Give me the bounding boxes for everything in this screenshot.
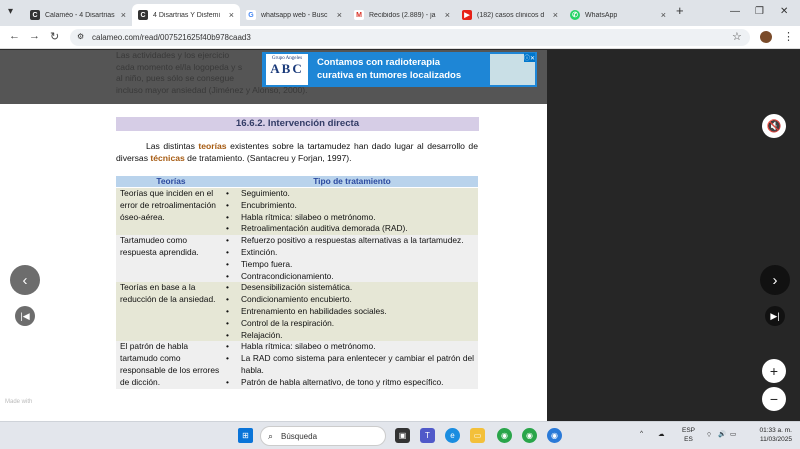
reload-icon[interactable]: ↻ bbox=[50, 30, 59, 43]
tab-gmail[interactable]: M Recibidos (2.889) - ja × bbox=[348, 4, 456, 26]
windows-start-icon[interactable]: ⊞ bbox=[238, 428, 253, 443]
menu-icon[interactable]: ⋮ bbox=[783, 30, 794, 43]
teams-icon[interactable]: T bbox=[420, 428, 435, 443]
chrome-profile-icon[interactable]: ◉ bbox=[522, 428, 537, 443]
table-row: El patrón de habla tartamudo como respon… bbox=[116, 341, 478, 389]
gmail-icon: M bbox=[354, 10, 364, 20]
close-icon[interactable]: × bbox=[121, 10, 126, 20]
forward-arrow-icon[interactable]: → bbox=[29, 30, 40, 42]
treatment-table: Teorías Tipo de tratamiento Teorías que … bbox=[116, 176, 478, 389]
last-page-button[interactable]: ▶| bbox=[765, 306, 785, 326]
table-row: Teorías en base a la reducción de la ans… bbox=[116, 282, 478, 342]
zoom-out-button[interactable]: − bbox=[762, 387, 786, 411]
zoom-in-button[interactable]: + bbox=[762, 359, 786, 383]
tab-list-icon[interactable]: ▾ bbox=[8, 6, 13, 17]
cloud-icon[interactable]: ☁ bbox=[658, 430, 665, 438]
previous-page-button[interactable]: ‹ bbox=[10, 265, 40, 295]
close-window-button[interactable]: ✕ bbox=[780, 6, 788, 17]
whatsapp-icon: ✆ bbox=[570, 10, 580, 20]
search-icon: ⌕ bbox=[268, 431, 274, 441]
tab-google-search[interactable]: G whatsapp web - Busc × bbox=[240, 4, 348, 26]
close-icon[interactable]: × bbox=[229, 10, 234, 20]
calameo-icon: C bbox=[30, 10, 40, 20]
tab-bar: C Calaméo - 4 Disartrias × C 4 Disartrias… bbox=[0, 0, 800, 26]
chevron-up-icon[interactable]: ^ bbox=[640, 430, 643, 437]
task-view-icon[interactable]: ▣ bbox=[395, 428, 410, 443]
close-icon[interactable]: × bbox=[661, 10, 666, 20]
section-heading: 16.6.2. Intervención directa bbox=[116, 117, 479, 131]
intro-paragraph: Las distintas teorías existentes sobre l… bbox=[116, 141, 478, 164]
close-icon[interactable]: × bbox=[553, 10, 558, 20]
tab-youtube[interactable]: ▶ (182) casos clinicos d × bbox=[456, 4, 564, 26]
wifi-icon[interactable]: ⌔ bbox=[706, 430, 712, 439]
edge-icon[interactable]: e bbox=[445, 428, 460, 443]
bookmark-star-icon[interactable]: ☆ bbox=[732, 30, 742, 43]
next-page-button[interactable]: › bbox=[760, 265, 790, 295]
google-icon: G bbox=[246, 10, 256, 20]
document-viewer: Las actividades y los ejercicio cada mom… bbox=[0, 50, 800, 421]
previous-page-strip: Las actividades y los ejercicio cada mom… bbox=[0, 50, 547, 104]
back-arrow-icon[interactable]: ← bbox=[9, 30, 20, 42]
volume-icon[interactable]: 🔊 bbox=[718, 430, 726, 438]
mute-icon[interactable]: 🔇 bbox=[762, 114, 786, 138]
new-tab-button[interactable]: + bbox=[676, 3, 684, 18]
url-field[interactable]: ⚙ calameo.com/read/007521625f40b978caad3 bbox=[70, 29, 750, 46]
chrome-icon[interactable]: ◉ bbox=[497, 428, 512, 443]
close-icon[interactable]: × bbox=[445, 10, 450, 20]
table-row: Teorías que inciden en el error de retro… bbox=[116, 188, 478, 236]
file-explorer-icon[interactable]: ▭ bbox=[470, 428, 485, 443]
minimize-button[interactable]: — bbox=[730, 6, 740, 17]
language-indicator[interactable]: ESP ES bbox=[682, 426, 695, 444]
ad-banner[interactable]: Grupo Angeles ABC Contamos con radiotera… bbox=[262, 52, 537, 87]
site-info-icon[interactable]: ⚙ bbox=[77, 32, 84, 41]
document-page: 16.6.2. Intervención directa Las distint… bbox=[0, 104, 547, 421]
youtube-icon: ▶ bbox=[462, 10, 472, 20]
address-bar: ← → ↻ ⚙ calameo.com/read/007521625f40b97… bbox=[0, 26, 800, 49]
maximize-button[interactable]: ❐ bbox=[755, 6, 764, 17]
avatar[interactable] bbox=[760, 31, 772, 43]
tab-calameo-active[interactable]: C 4 Disartrias Y Disfemi × bbox=[132, 4, 240, 26]
taskbar-search[interactable]: ⌕ Búsqueda bbox=[260, 426, 386, 446]
calameo-branding[interactable]: Made with calaméo bbox=[5, 398, 37, 414]
table-header: Teorías Tipo de tratamiento bbox=[116, 176, 478, 188]
table-row: Tartamudeo como respuesta aprendida. Ref… bbox=[116, 235, 478, 283]
taskbar: ⊞ ⌕ Búsqueda ▣ T e ▭ ◉ ◉ ◉ ^ ☁ ESP ES ⌔ … bbox=[0, 421, 800, 449]
calameo-icon: C bbox=[138, 10, 148, 20]
chrome-profile-2-icon[interactable]: ◉ bbox=[547, 428, 562, 443]
ad-close-icon[interactable]: ⓘ✕ bbox=[523, 53, 535, 62]
tab-calameo-1[interactable]: C Calaméo - 4 Disartrias × bbox=[24, 4, 132, 26]
clock[interactable]: 01:33 a. m. 11/03/2025 bbox=[750, 426, 792, 444]
first-page-button[interactable]: |◀ bbox=[15, 306, 35, 326]
battery-icon[interactable]: ▭ bbox=[730, 430, 736, 438]
tab-whatsapp[interactable]: ✆ WhatsApp × bbox=[564, 4, 672, 26]
abc-logo: Grupo Angeles ABC bbox=[266, 54, 308, 85]
close-icon[interactable]: × bbox=[337, 10, 342, 20]
